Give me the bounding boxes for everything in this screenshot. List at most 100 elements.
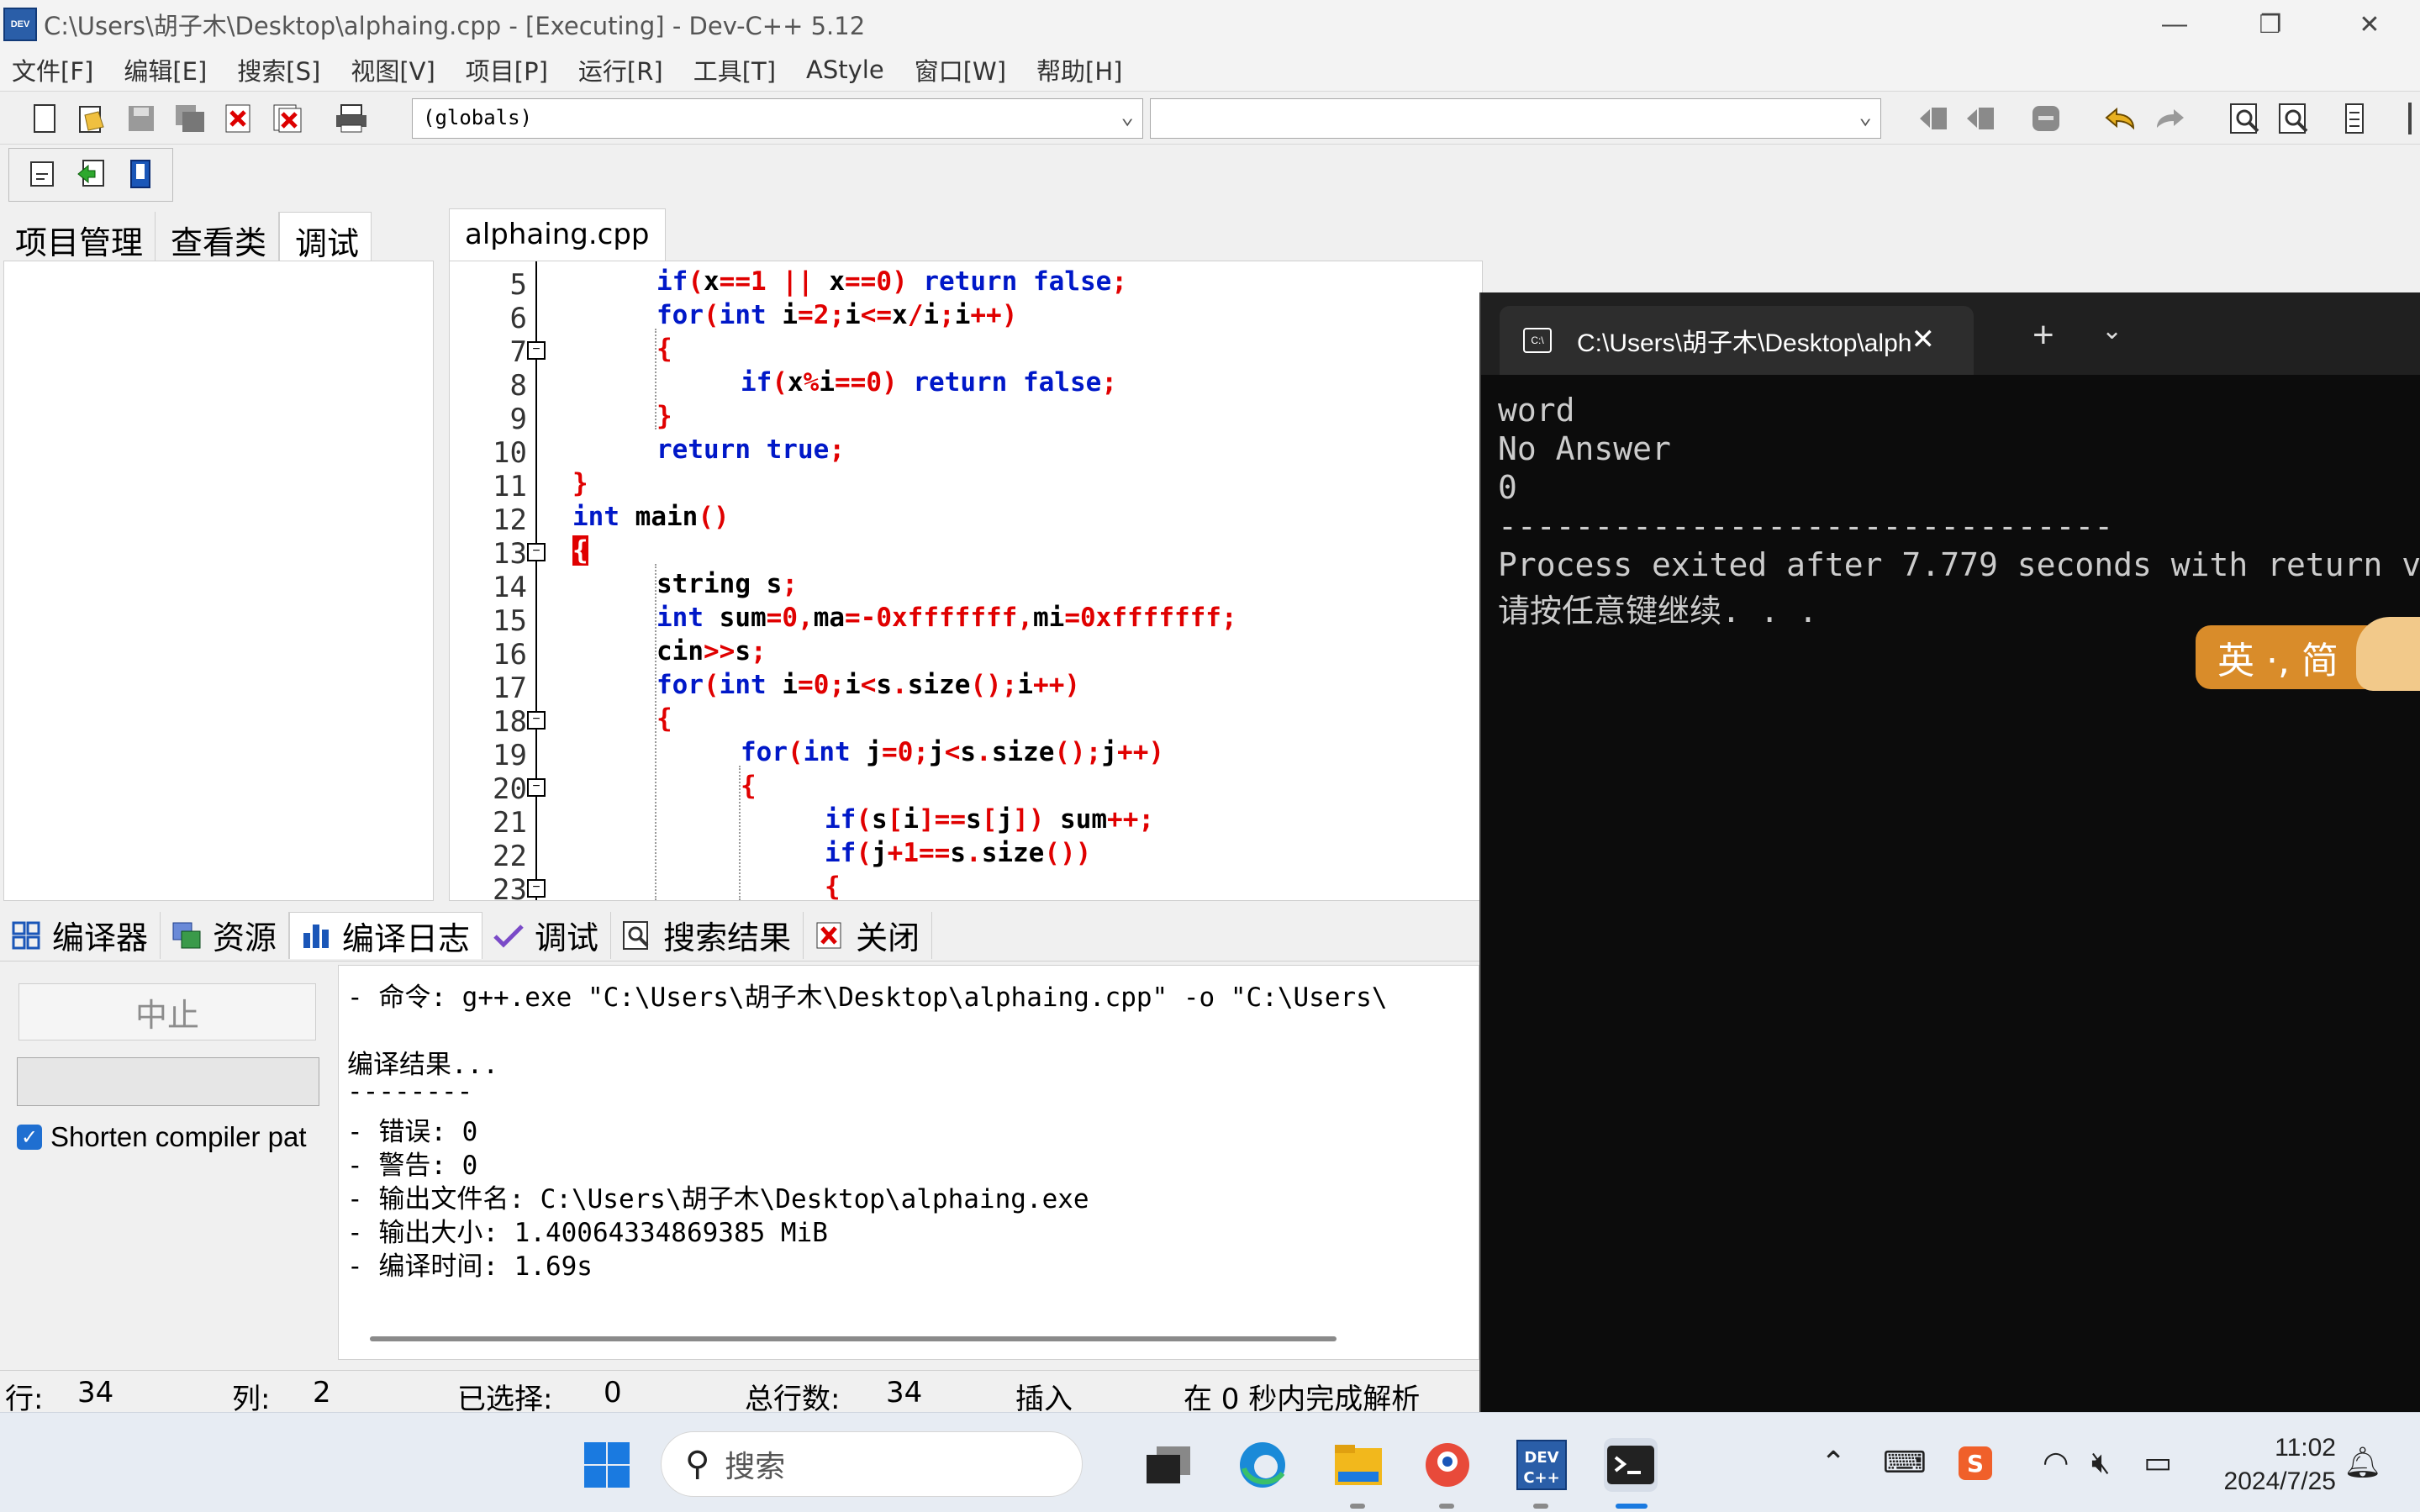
file-explorer-icon[interactable] (1331, 1438, 1385, 1492)
code-line-18: { (656, 703, 672, 734)
terminal-icon: C:\ (1523, 328, 1552, 353)
scope-combo[interactable]: (globals) ⌄ (412, 98, 1143, 139)
undo-icon[interactable] (2101, 100, 2138, 137)
code-line-20: { (741, 771, 757, 801)
toolbar-overflow-icon[interactable] (2392, 100, 2420, 137)
devcpp-taskbar-icon[interactable]: DEV C++ (1515, 1438, 1569, 1492)
taskbar-search[interactable]: ⚲ 搜索 (661, 1431, 1083, 1497)
menu-window[interactable]: 窗口[W] (915, 52, 1006, 87)
minimize-button[interactable]: — (2124, 0, 2225, 49)
keyboard-icon[interactable]: ⌨ (1883, 1445, 1927, 1480)
tab-project-manager[interactable]: 项目管理 (0, 212, 156, 261)
status-row-value: 34 (77, 1376, 114, 1409)
chevron-up-icon[interactable]: ⌃ (1821, 1445, 1846, 1480)
new-file-icon[interactable] (27, 100, 64, 137)
fold-toggle-icon[interactable]: − (527, 879, 546, 898)
line-number: 11 (493, 470, 527, 503)
menu-run[interactable]: 运行[R] (578, 52, 663, 87)
tab-search-results[interactable]: 搜索结果 (611, 911, 804, 959)
new-tab-button[interactable]: + (2032, 314, 2054, 356)
tab-class-browser[interactable]: 查看类 (156, 212, 280, 261)
svg-text:S: S (1967, 1450, 1984, 1478)
open-file-icon[interactable] (74, 100, 111, 137)
status-selected-label: 已选择: (457, 1383, 553, 1416)
clock-time: 11:02 (2275, 1434, 2336, 1462)
save-all-icon[interactable] (171, 100, 208, 137)
editor-tab-alphaing[interactable]: alphaing.cpp (449, 208, 666, 261)
left-panel-content (3, 261, 434, 901)
replace-icon[interactable] (2276, 100, 2313, 137)
maximize-button[interactable]: ❐ (2220, 0, 2321, 49)
close-icon[interactable]: ✕ (1911, 323, 1936, 356)
menu-view[interactable]: 视图[V] (351, 52, 435, 87)
member-combo[interactable]: ⌄ (1150, 98, 1881, 139)
menu-search[interactable]: 搜索[S] (237, 52, 320, 87)
line-number: 5 (509, 268, 527, 302)
toggle-comment-icon[interactable] (2027, 100, 2064, 137)
sogou-ime-icon[interactable]: S (1953, 1441, 1997, 1485)
close-all-icon[interactable] (269, 100, 306, 137)
code-editor[interactable]: 5 6 7 8 9 10 11 12 13 14 15 16 17 18 19 … (449, 261, 1483, 901)
compile-controls: 中止 ✓ Shorten compiler pat (0, 965, 336, 1365)
menu-tools[interactable]: 工具[T] (693, 52, 776, 87)
line-number: 7 (509, 335, 527, 369)
chevron-down-icon[interactable]: ⌄ (2101, 316, 2122, 345)
wifi-icon[interactable]: ◠ (2043, 1445, 2069, 1480)
indent-right-icon[interactable] (1962, 100, 1999, 137)
checkbox-checked-icon[interactable]: ✓ (17, 1125, 42, 1150)
menu-bar: 文件[F] 编辑[E] 搜索[S] 视图[V] 项目[P] 运行[R] 工具[T… (0, 49, 2420, 91)
bar-chart-icon (298, 918, 334, 953)
fold-toggle-icon[interactable]: − (527, 543, 546, 561)
code-line-15: int sum=0,ma=-0xfffffff,mi=0xfffffff; (656, 603, 1237, 633)
goto-line-icon[interactable] (2337, 100, 2374, 137)
find-icon[interactable] (2228, 100, 2264, 137)
line-number: 13 (493, 537, 527, 571)
menu-file[interactable]: 文件[F] (12, 52, 93, 87)
compile-log[interactable]: - 命令: g++.exe "C:\Users\胡子木\Desktop\alph… (338, 965, 1479, 1360)
indent-left-icon[interactable] (1915, 100, 1952, 137)
fold-toggle-icon[interactable]: − (527, 711, 546, 730)
battery-icon[interactable]: ▭ (2143, 1445, 2172, 1480)
tab-debug-output[interactable]: 调试 (482, 911, 612, 959)
tab-resources[interactable]: 资源 (161, 911, 290, 959)
tab-compiler[interactable]: 编译器 (0, 911, 161, 959)
shorten-compiler-paths-checkbox[interactable]: ✓ Shorten compiler pat (17, 1121, 307, 1153)
stop-button[interactable]: 中止 (18, 983, 316, 1040)
system-clock[interactable]: 11:02 2024/7/25 (2224, 1431, 2336, 1499)
save-icon[interactable] (123, 100, 160, 137)
game-app-icon[interactable] (1421, 1438, 1474, 1492)
status-row-label: 行: (5, 1383, 44, 1416)
active-indicator (1616, 1504, 1648, 1509)
close-button[interactable]: ✕ (2319, 0, 2420, 49)
redo-icon[interactable] (2152, 100, 2189, 137)
log-horizontal-scrollbar[interactable] (370, 1336, 1337, 1341)
new-project-icon[interactable] (24, 155, 61, 192)
project-options-icon[interactable] (122, 155, 159, 192)
task-view-icon[interactable] (1141, 1438, 1195, 1492)
menu-project[interactable]: 项目[P] (466, 52, 548, 87)
notification-bell-icon[interactable]: 🔔︎ (2344, 1445, 2382, 1480)
fold-toggle-icon[interactable]: − (527, 778, 546, 797)
terminal-window[interactable]: C:\ C:\Users\胡子木\Desktop\alph ✕ + ⌄ word… (1479, 292, 2420, 1412)
code-line-13: { (572, 535, 588, 566)
print-icon[interactable] (333, 100, 370, 137)
menu-help[interactable]: 帮助[H] (1036, 52, 1122, 87)
line-number: 15 (493, 604, 527, 638)
terminal-taskbar-icon[interactable] (1604, 1438, 1658, 1492)
windows-start-icon[interactable] (580, 1438, 634, 1492)
add-to-project-icon[interactable] (73, 155, 110, 192)
tab-compile-log[interactable]: 编译日志 (289, 911, 483, 959)
terminal-tab[interactable]: C:\ C:\Users\胡子木\Desktop\alph ✕ (1500, 306, 1974, 375)
close-file-icon[interactable] (220, 100, 257, 137)
edge-browser-icon[interactable] (1236, 1438, 1289, 1492)
running-indicator (1439, 1504, 1454, 1509)
devcpp-app-icon: DEV (3, 8, 37, 41)
fold-toggle-icon[interactable]: − (527, 341, 546, 360)
menu-edit[interactable]: 编辑[E] (124, 52, 207, 87)
tab-debug[interactable]: 调试 (279, 212, 372, 262)
ime-status-badge[interactable]: 英 ·, 简 (2196, 617, 2420, 691)
speaker-muted-icon[interactable]: 🔇︎ (2091, 1445, 2111, 1481)
tab-close[interactable]: 关闭 (804, 911, 933, 959)
scope-combo-value: (globals) (423, 106, 533, 129)
menu-astyle[interactable]: AStyle (806, 55, 884, 84)
